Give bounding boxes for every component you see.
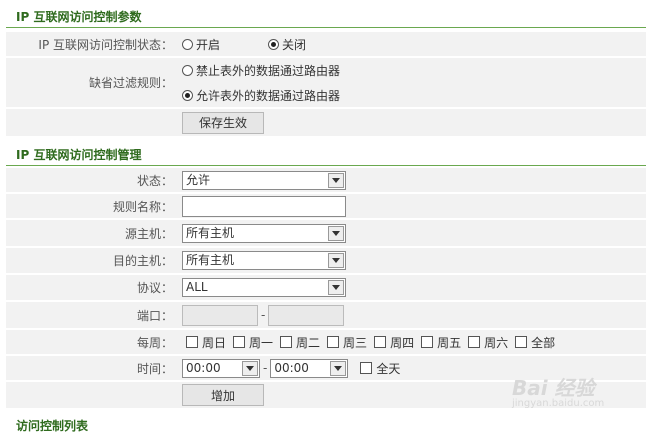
dst-host-row: 目的主机： 所有主机 — [6, 248, 646, 274]
params-section-title: IP 互联网访问控制参数 — [6, 6, 646, 28]
chevron-down-icon — [328, 172, 344, 188]
access-status-label: IP 互联网访问控制状态： — [38, 37, 173, 52]
time-start-select[interactable]: 00:00 — [182, 358, 260, 378]
checkbox-icon — [468, 336, 481, 348]
checkbox-icon — [186, 336, 198, 348]
protocol-row: 协议： ALL — [6, 275, 646, 301]
checkbox-icon — [280, 336, 293, 348]
rule-name-row: 规则名称： — [6, 194, 646, 219]
add-button[interactable]: 增加 — [182, 384, 265, 406]
radio-icon — [182, 38, 193, 50]
port-row: 端口： - — [6, 302, 646, 329]
state-select[interactable]: 允许 — [182, 170, 346, 190]
dst-host-select[interactable]: 所有主机 — [182, 251, 346, 270]
all-day-checkbox[interactable]: 全天 — [360, 360, 400, 377]
radio-icon — [182, 64, 193, 76]
src-host-row: 源主机： 所有主机 — [6, 220, 646, 247]
chevron-down-icon — [328, 253, 344, 268]
weekday-fri-checkbox[interactable]: 周五 — [421, 334, 461, 351]
chevron-down-icon — [242, 360, 258, 376]
weekday-thu-checkbox[interactable]: 周四 — [374, 334, 414, 351]
save-row: 保存生效 — [6, 109, 646, 137]
state-label: 状态： — [136, 173, 173, 188]
port-separator: - — [261, 308, 266, 322]
time-separator: - — [263, 361, 268, 375]
watermark-brand: Bai 经验 — [512, 376, 595, 400]
time-label: 时间： — [136, 361, 173, 376]
rule-name-label: 规则名称： — [112, 199, 173, 214]
list-section-title: 访问控制列表 — [16, 419, 89, 433]
src-host-select[interactable]: 所有主机 — [182, 223, 346, 243]
weekly-row: 每周： 周日 周一 周二 周三 周四 周五 周六 全部 — [6, 330, 646, 355]
default-allow-radio[interactable]: 允许表外的数据通过路由器 — [182, 87, 340, 104]
rule-name-input[interactable] — [182, 195, 346, 217]
port-end-input[interactable] — [268, 304, 345, 326]
weekday-mon-checkbox[interactable]: 周一 — [233, 334, 273, 351]
radio-selected-icon — [182, 89, 193, 101]
checkbox-icon — [233, 336, 246, 348]
checkbox-icon — [327, 336, 340, 348]
status-on-radio[interactable]: 开启 — [182, 36, 220, 53]
chevron-down-icon — [328, 225, 344, 241]
weekday-wed-checkbox[interactable]: 周三 — [327, 334, 367, 351]
protocol-select[interactable]: ALL — [182, 278, 346, 297]
port-label: 端口： — [136, 308, 173, 323]
checkbox-icon — [515, 336, 528, 348]
manage-section-title: IP 互联网访问控制管理 — [6, 144, 646, 166]
checkbox-icon — [421, 336, 434, 348]
chevron-down-icon — [328, 280, 344, 295]
weekday-all-checkbox[interactable]: 全部 — [515, 334, 555, 351]
checkbox-icon — [360, 362, 373, 374]
time-end-select[interactable]: 00:00 — [270, 358, 349, 378]
dst-host-label: 目的主机： — [112, 254, 173, 268]
watermark-url: jingyan.baidu.com — [512, 398, 605, 409]
src-host-label: 源主机： — [124, 226, 173, 241]
status-off-radio[interactable]: 关闭 — [268, 36, 306, 53]
state-row: 状态： 允许 — [6, 168, 646, 193]
weekday-sat-checkbox[interactable]: 周六 — [468, 334, 508, 351]
checkbox-icon — [374, 336, 387, 348]
access-status-row: IP 互联网访问控制状态： 开启 关闭 — [6, 32, 646, 57]
protocol-label: 协议： — [136, 281, 173, 295]
default-rule-row: 缺省过滤规则： 禁止表外的数据通过路由器 允许表外的数据通过路由器 — [6, 58, 646, 108]
weekday-tue-checkbox[interactable]: 周二 — [280, 334, 320, 351]
default-deny-radio[interactable]: 禁止表外的数据通过路由器 — [182, 62, 340, 79]
save-button[interactable]: 保存生效 — [182, 111, 265, 134]
baidu-watermark: Bai 经验 jingyan.baidu.com — [512, 372, 642, 412]
chevron-down-icon — [330, 360, 347, 376]
default-rule-label: 缺省过滤规则： — [88, 76, 173, 90]
weekday-sun-checkbox[interactable]: 周日 — [186, 334, 226, 351]
weekly-label: 每周： — [136, 335, 173, 350]
port-start-input[interactable] — [182, 304, 258, 326]
radio-selected-icon — [268, 38, 280, 50]
